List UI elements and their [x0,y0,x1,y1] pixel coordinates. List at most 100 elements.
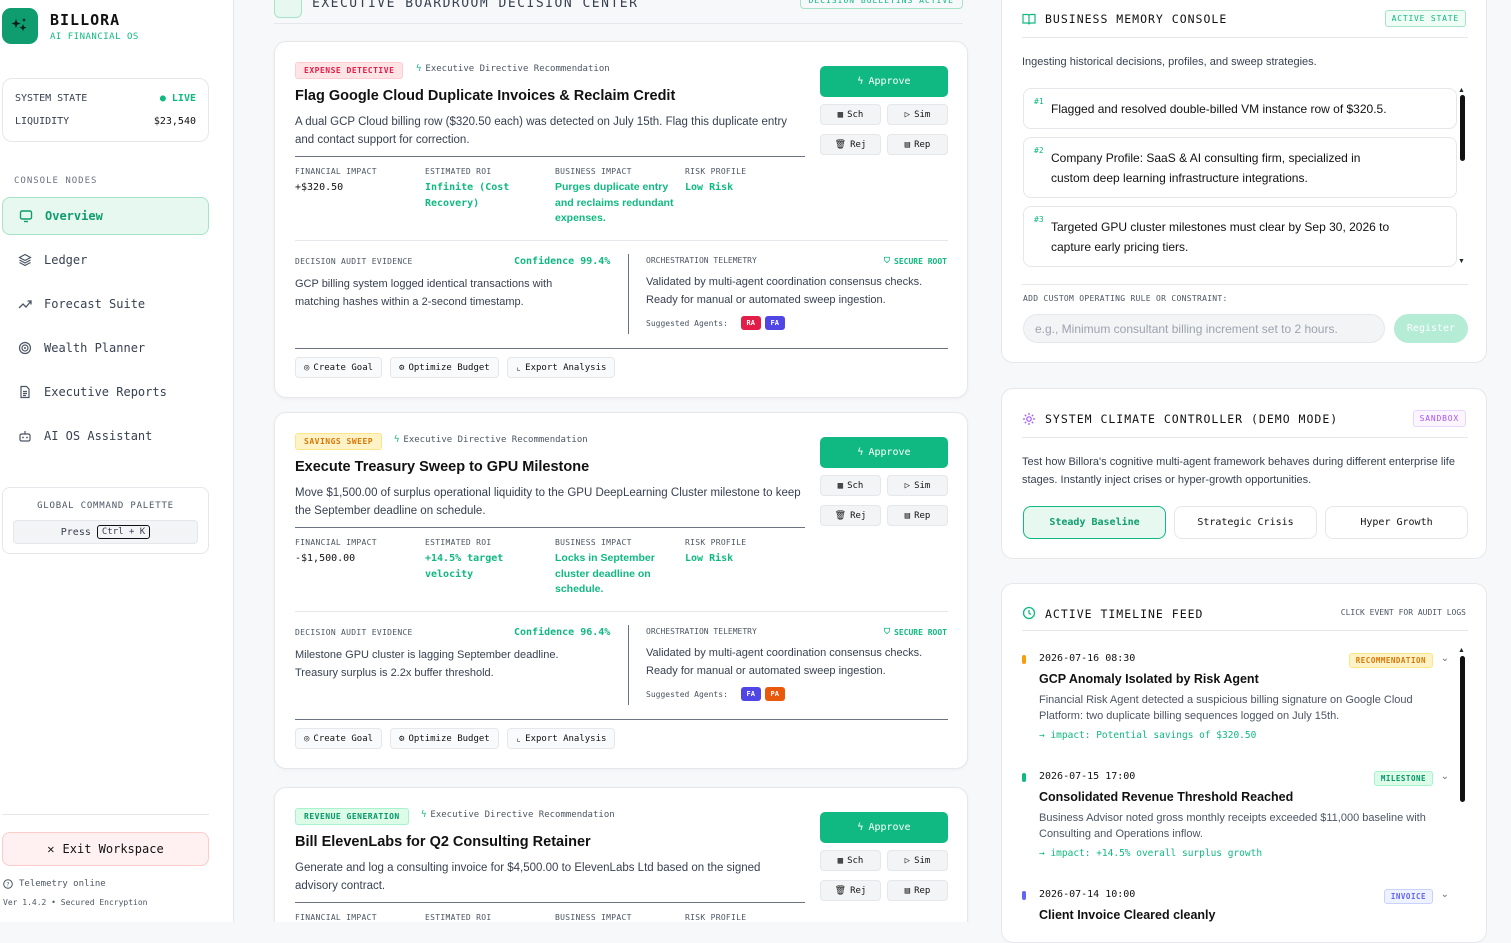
approve-button[interactable]: ϟ Approve [820,66,948,97]
recommendation-text: Executive Directive Recommendation [403,435,588,445]
agent-avatar[interactable]: FA [740,687,761,701]
nav-item-ledger[interactable]: Ledger [2,241,209,279]
chevron-down-icon[interactable]: ⌄ [1441,653,1449,664]
simulate-label: Sim [914,480,931,491]
approve-button[interactable]: ϟ Approve [820,437,948,468]
create-goal-label: Create Goal [313,362,374,373]
optimize-budget-button[interactable]: ⚙ Optimize Budget [390,357,499,378]
memory-scrollbar[interactable] [1460,95,1465,161]
orchestration-label: ORCHESTRATION TELEMETRY [646,627,757,636]
memory-item-number: #2 [1034,146,1044,155]
mode-hyper-growth-button[interactable]: Hyper Growth [1325,506,1468,539]
reject-button[interactable]: 🗑︎ Rej [820,505,881,526]
bolt-icon: ϟ [394,435,400,445]
sidebar-divider [2,814,209,815]
card-actions: ◎ Create Goal ⚙ Optimize Budget ⌞ Export An… [295,728,616,749]
file-icon [20,385,30,399]
press-label: Press [60,526,91,538]
export-analysis-button[interactable]: ⌞ Export Analysis [506,728,616,749]
nav-item-label: Executive Reports [44,385,167,399]
version-text: Ver 1.4.2 • Secured Encryption [3,898,148,907]
chevron-down-icon[interactable]: ⌄ [1441,889,1449,900]
agent-avatar[interactable]: FA [764,316,785,330]
nav-item-executive-reports[interactable]: Executive Reports [2,373,209,411]
nav-item-label: Ledger [44,253,88,267]
target-icon: ◎ [304,362,310,373]
scroll-down-icon[interactable]: ▼ [1458,258,1465,265]
schedule-button[interactable]: ▦ Sch [820,104,881,125]
report-button[interactable]: ▤ Rep [887,505,948,526]
approve-button[interactable]: ϟ Approve [820,812,948,843]
schedule-button[interactable]: ▦ Sch [820,475,881,496]
scroll-up-icon[interactable]: ▲ [1458,647,1465,654]
book-icon [1022,13,1036,25]
chart-icon: ⌞ [515,362,522,373]
shield-icon: ⛉ [884,627,891,636]
decision-card: EXPENSE DETECTIVE ϟ Executive Directive R… [274,41,968,398]
timeline-event[interactable]: 2026-07-15 17:00 MILESTONE ⌄ Consolidate… [1022,771,1449,859]
export-analysis-label: Export Analysis [525,362,607,373]
memory-item-text: Flagged and resolved double-billed VM in… [1051,102,1387,116]
timeline-event[interactable]: 2026-07-14 10:00 INVOICE ⌄ Client Invoic… [1022,889,1449,922]
event-description: Financial Risk Agent detected a suspicio… [1039,694,1413,722]
simulate-button[interactable]: ▷ Sim [887,475,948,496]
reject-button[interactable]: 🗑︎ Rej [820,134,881,155]
shortcut-key: Ctrl + K [96,525,151,539]
target-icon [18,341,32,355]
chevron-down-icon[interactable]: ⌄ [1441,771,1449,782]
card-title: Execute Treasury Sweep to GPU Milestone [295,459,590,475]
page-title: EXECUTIVE BOARDROOM DECISION CENTER [312,0,639,11]
command-palette[interactable]: GLOBAL COMMAND PALETTE Press Ctrl + K [2,487,209,554]
clock-icon [1022,606,1036,620]
reject-button[interactable]: 🗑︎ Rej [820,880,881,901]
business-impact: BUSINESS IMPACT [555,913,675,922]
nav-item-wealth-planner[interactable]: Wealth Planner [2,329,209,367]
simulate-button[interactable]: ▷ Sim [887,104,948,125]
schedule-button[interactable]: ▦ Sch [820,850,881,871]
mode-strategic-crisis-button[interactable]: Strategic Crisis [1174,506,1317,539]
nav-item-label: Wealth Planner [44,341,146,355]
exit-workspace-button[interactable]: ✕ Exit Workspace [2,832,209,866]
calendar-icon: ▦ [837,109,844,120]
card-actions: ◎ Create Goal ⚙ Optimize Budget ⌞ Export An… [295,357,616,378]
divider [295,719,948,720]
brand-subtitle: AI FINANCIAL OS [50,32,139,42]
category-tag: EXPENSE DETECTIVE [295,62,404,79]
create-goal-button[interactable]: ◎ Create Goal [295,728,383,749]
optimize-budget-label: Optimize Budget [408,362,490,373]
custom-rule-input[interactable]: e.g., Minimum consultant billing increme… [1023,314,1385,343]
nav-item-label: Overview [45,209,103,223]
export-analysis-button[interactable]: ⌞ Export Analysis [506,357,616,378]
brand-name: BILLORA [50,11,121,29]
nav-item-forecast-suite[interactable]: Forecast Suite [2,285,209,323]
business-impact: BUSINESS IMPACT Locks in September cluste… [555,538,675,598]
memory-item: #3 Targeted GPU cluster milestones must … [1023,206,1457,267]
optimize-budget-button[interactable]: ⚙ Optimize Budget [390,728,499,749]
target-icon: ◎ [304,733,310,744]
mode-steady-baseline-button[interactable]: Steady Baseline [1023,506,1166,539]
register-button[interactable]: Register [1394,314,1468,343]
divider [1022,37,1468,38]
report-button[interactable]: ▤ Rep [887,134,948,155]
timeline-scrollbar[interactable] [1460,656,1465,802]
scroll-up-icon[interactable]: ▲ [1458,87,1465,94]
file-icon: ▤ [904,510,911,521]
close-icon: ✕ [47,842,55,856]
nav-item-ai-os-assistant[interactable]: AI OS Assistant [2,417,209,455]
chart-icon: ⌞ [515,733,522,744]
audit-label: DECISION AUDIT EVIDENCE [295,257,413,266]
card-title: Flag Google Cloud Duplicate Invoices & R… [295,88,676,104]
risk-profile: RISK PROFILE [685,913,805,922]
report-button[interactable]: ▤ Rep [887,880,948,901]
agent-avatar[interactable]: RA [740,316,761,330]
timeline-event[interactable]: 2026-07-16 08:30 RECOMMENDATION ⌄ GCP An… [1022,653,1449,741]
simulate-button[interactable]: ▷ Sim [887,850,948,871]
divider [295,156,805,157]
create-goal-button[interactable]: ◎ Create Goal [295,357,383,378]
simulate-label: Sim [914,109,931,120]
suggested-agents: Suggested Agents: FA PA [646,687,785,701]
agent-avatar[interactable]: PA [764,687,785,701]
command-palette-trigger[interactable]: Press Ctrl + K [13,520,198,544]
orchestration-label: ORCHESTRATION TELEMETRY [646,256,757,265]
nav-item-overview[interactable]: Overview [2,197,209,235]
